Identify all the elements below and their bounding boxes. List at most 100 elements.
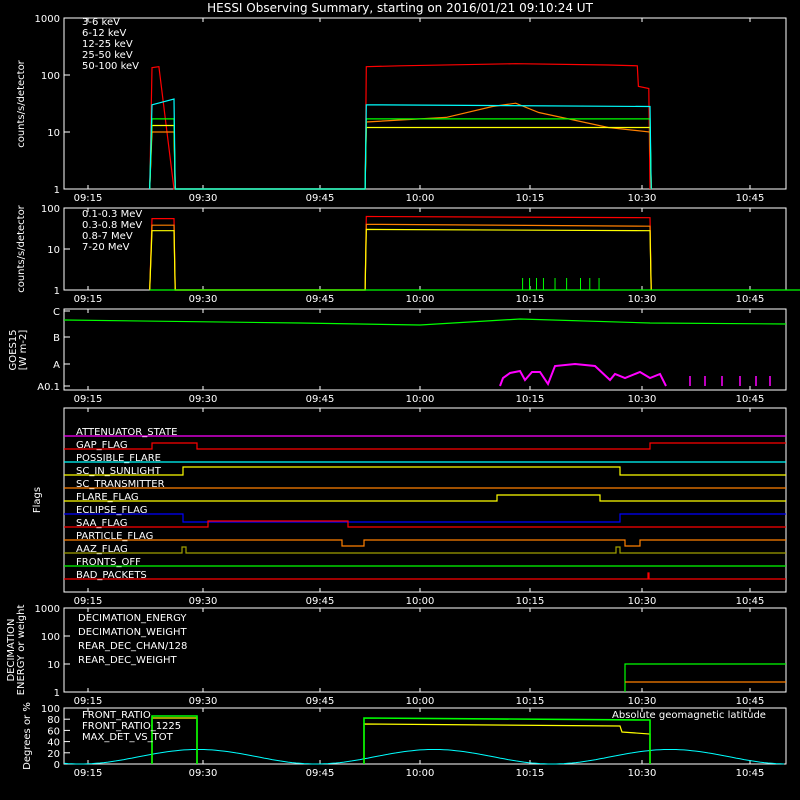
- y-tick-label: A0.1: [37, 382, 60, 393]
- flag-line-11: [64, 572, 786, 580]
- x-tick-label: 10:00: [406, 596, 435, 607]
- hessi-summary-figure: HESSI Observing Summary, starting on 201…: [6, 1, 800, 779]
- y-axis-label: Degrees or %: [22, 702, 33, 770]
- legend-entry: Absolute geomagnetic latitude: [612, 710, 766, 721]
- legend-entry: REAR_DEC_WEIGHT: [78, 655, 177, 666]
- series-line-2: [149, 124, 652, 190]
- legend-entry: 7-20 MeV: [82, 242, 130, 253]
- y-tick-label: 1: [54, 688, 60, 699]
- series-line-0: [149, 215, 652, 291]
- legend-entry: 6-12 keV: [82, 28, 126, 39]
- legend-entry: 50-100 keV: [82, 61, 139, 72]
- flag-label: SAA_FLAG: [76, 518, 127, 529]
- flag-line-6: [64, 513, 786, 523]
- flag-label: AAZ_FLAG: [76, 544, 128, 555]
- x-tick-label: 09:15: [74, 394, 103, 405]
- y-tick-label: 1000: [35, 14, 60, 25]
- legend-entry: 0.1-0.3 MeV: [82, 209, 142, 220]
- legend-entry: DECIMATION_ENERGY: [78, 613, 187, 624]
- x-tick-label: 09:30: [189, 193, 218, 204]
- series-line-1: [149, 223, 652, 291]
- flag-label: SC_TRANSMITTER: [76, 479, 165, 490]
- y-axis-label: [W m-2]: [18, 330, 29, 371]
- x-tick-label: 09:30: [189, 768, 218, 779]
- x-tick-label: 09:45: [306, 394, 335, 405]
- x-tick-label: 10:45: [736, 768, 765, 779]
- flag-label: PARTICLE_FLAG: [76, 531, 153, 542]
- x-tick-label: 10:30: [628, 768, 657, 779]
- flag-line-1: [64, 442, 786, 450]
- flag-line-5: [64, 494, 786, 502]
- y-tick-label: 20: [47, 749, 60, 760]
- x-tick-label: 10:45: [736, 394, 765, 405]
- y-tick-label: B: [53, 333, 60, 344]
- x-tick-label: 09:15: [74, 596, 103, 607]
- x-tick-label: 09:45: [306, 596, 335, 607]
- y-tick-label: C: [53, 307, 60, 318]
- x-tick-label: 09:45: [306, 768, 335, 779]
- flag-label: FLARE_FLAG: [76, 492, 139, 503]
- legend-entry: FRONT_RATIO_1225: [82, 721, 181, 732]
- x-tick-label: 10:00: [406, 294, 435, 305]
- x-tick-label: 09:15: [74, 696, 103, 707]
- flag-label: ATTENUATOR_STATE: [76, 427, 177, 438]
- y-tick-label: A: [53, 360, 60, 371]
- y-tick-label: 60: [47, 726, 60, 737]
- x-tick-label: 10:15: [516, 596, 545, 607]
- legend-entry: DECIMATION_WEIGHT: [78, 627, 187, 638]
- flag-line-8: [64, 539, 786, 547]
- y-tick-label: 100: [41, 704, 60, 715]
- y-tick-label: 10: [47, 660, 60, 671]
- flag-line-3: [64, 466, 786, 476]
- x-tick-label: 09:30: [189, 294, 218, 305]
- y-tick-label: 10: [47, 245, 60, 256]
- flag-label: SC_IN_SUNLIGHT: [76, 466, 162, 477]
- x-tick-label: 10:00: [406, 193, 435, 204]
- x-tick-label: 09:15: [74, 768, 103, 779]
- x-tick-label: 09:30: [189, 394, 218, 405]
- flag-label: ECLIPSE_FLAG: [76, 505, 147, 516]
- x-tick-label: 10:15: [516, 768, 545, 779]
- x-tick-label: 10:30: [628, 193, 657, 204]
- x-tick-label: 10:30: [628, 394, 657, 405]
- x-tick-label: 10:00: [406, 768, 435, 779]
- y-axis-label: counts/s/detector: [16, 59, 27, 147]
- x-tick-label: 10:45: [736, 596, 765, 607]
- y-tick-label: 80: [47, 715, 60, 726]
- y-axis-label: Flags: [32, 487, 43, 513]
- series-line-2: [149, 228, 652, 291]
- legend-entry: 25-50 keV: [82, 50, 133, 61]
- flag-label: FRONTS_OFF: [76, 557, 141, 568]
- x-tick-label: 10:15: [516, 394, 545, 405]
- legend-entry: 0.3-0.8 MeV: [82, 220, 142, 231]
- legend-entry: 0.8-7 MeV: [82, 231, 133, 242]
- y-tick-label: 0: [54, 760, 60, 771]
- legend-entry: MAX_DET_VS_TOT: [82, 732, 174, 743]
- x-tick-label: 09:45: [306, 696, 335, 707]
- series-line-1: [499, 362, 667, 387]
- series-line-0: [149, 63, 651, 190]
- x-tick-label: 10:30: [628, 596, 657, 607]
- x-tick-label: 10:30: [628, 696, 657, 707]
- series-line-0: [624, 663, 786, 692]
- series-line-0: [151, 717, 651, 764]
- x-tick-label: 09:15: [74, 294, 103, 305]
- flag-label: GAP_FLAG: [76, 440, 128, 451]
- y-tick-label: 1: [54, 185, 60, 196]
- y-axis-label: counts/s/detector: [16, 204, 27, 292]
- y-tick-label: 40: [47, 738, 60, 749]
- y-tick-label: 100: [41, 71, 60, 82]
- x-tick-label: 09:30: [189, 596, 218, 607]
- legend-entry: 3-6 keV: [82, 17, 120, 28]
- panel-1-frame: [63, 17, 787, 190]
- panel-2-frame: [63, 207, 787, 291]
- series-line-3: [149, 118, 652, 190]
- flag-label: POSSIBLE_FLARE: [76, 453, 161, 464]
- series-line-0: [63, 318, 787, 326]
- x-tick-label: 10:45: [736, 294, 765, 305]
- y-tick-label: 10: [47, 128, 60, 139]
- x-tick-label: 10:30: [628, 294, 657, 305]
- y-axis-label: ENERGY or weight: [16, 605, 27, 696]
- series-line-4: [149, 98, 652, 190]
- y-tick-label: 1: [54, 286, 60, 297]
